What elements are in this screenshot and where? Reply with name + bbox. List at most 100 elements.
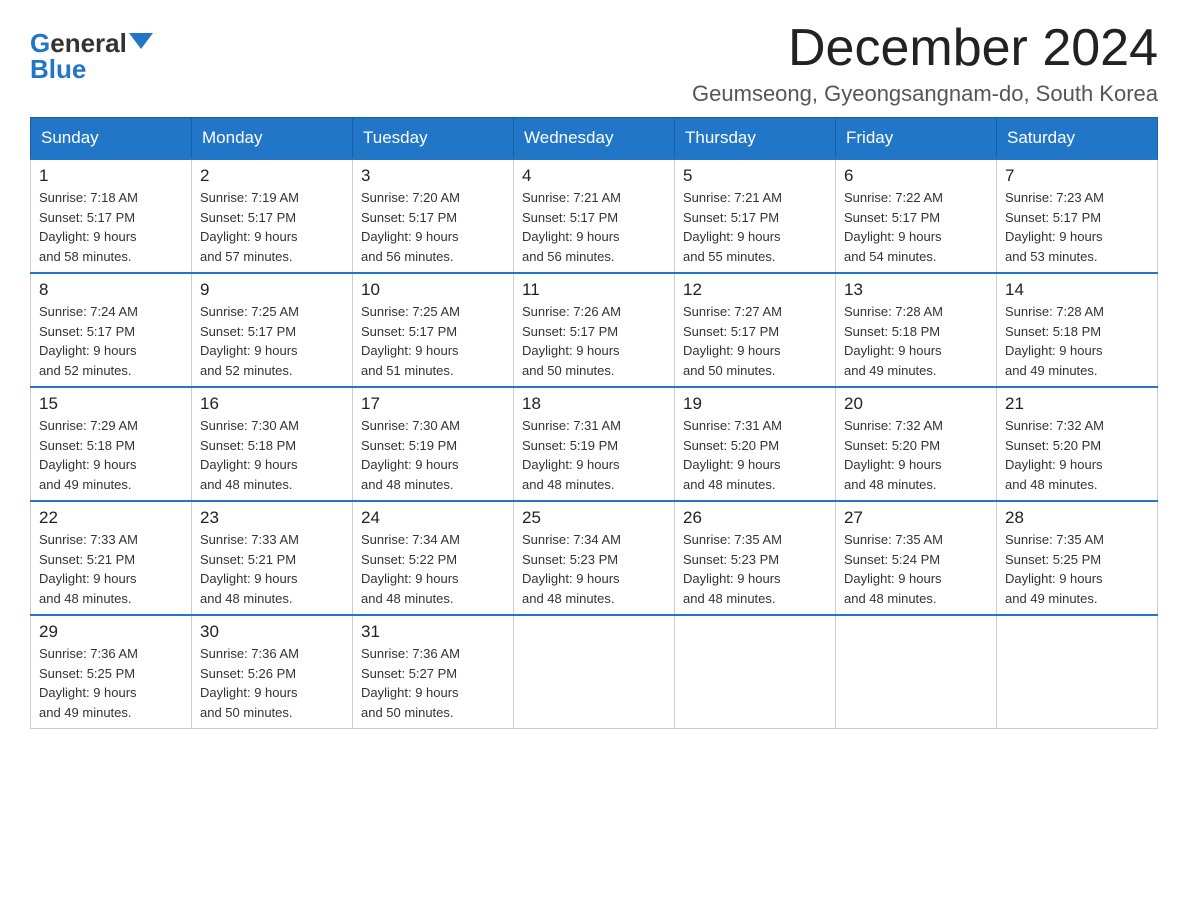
daylight-continued: and 58 minutes.: [39, 249, 132, 264]
sunset-label: Sunset: 5:17 PM: [361, 210, 457, 225]
daylight-continued: and 53 minutes.: [1005, 249, 1098, 264]
header-tuesday: Tuesday: [353, 118, 514, 160]
daylight-label: Daylight: 9 hours: [39, 571, 137, 586]
calendar-cell: [997, 615, 1158, 729]
day-info: Sunrise: 7:24 AM Sunset: 5:17 PM Dayligh…: [39, 302, 183, 380]
day-info: Sunrise: 7:21 AM Sunset: 5:17 PM Dayligh…: [522, 188, 666, 266]
day-number: 23: [200, 508, 344, 528]
daylight-continued: and 48 minutes.: [39, 591, 132, 606]
day-info: Sunrise: 7:31 AM Sunset: 5:20 PM Dayligh…: [683, 416, 827, 494]
sunrise-label: Sunrise: 7:33 AM: [39, 532, 138, 547]
calendar-cell: 12 Sunrise: 7:27 AM Sunset: 5:17 PM Dayl…: [675, 273, 836, 387]
sunset-label: Sunset: 5:17 PM: [683, 324, 779, 339]
sunset-label: Sunset: 5:17 PM: [683, 210, 779, 225]
calendar-cell: 13 Sunrise: 7:28 AM Sunset: 5:18 PM Dayl…: [836, 273, 997, 387]
sunset-label: Sunset: 5:17 PM: [39, 324, 135, 339]
sunset-label: Sunset: 5:22 PM: [361, 552, 457, 567]
day-info: Sunrise: 7:33 AM Sunset: 5:21 PM Dayligh…: [39, 530, 183, 608]
calendar-cell: 25 Sunrise: 7:34 AM Sunset: 5:23 PM Dayl…: [514, 501, 675, 615]
sunset-label: Sunset: 5:17 PM: [200, 210, 296, 225]
daylight-continued: and 55 minutes.: [683, 249, 776, 264]
week-row-1: 1 Sunrise: 7:18 AM Sunset: 5:17 PM Dayli…: [31, 159, 1158, 273]
day-info: Sunrise: 7:36 AM Sunset: 5:26 PM Dayligh…: [200, 644, 344, 722]
sunset-label: Sunset: 5:23 PM: [522, 552, 618, 567]
daylight-label: Daylight: 9 hours: [522, 343, 620, 358]
daylight-label: Daylight: 9 hours: [361, 685, 459, 700]
daylight-label: Daylight: 9 hours: [39, 343, 137, 358]
day-number: 13: [844, 280, 988, 300]
daylight-continued: and 48 minutes.: [200, 591, 293, 606]
day-number: 21: [1005, 394, 1149, 414]
sunrise-label: Sunrise: 7:34 AM: [522, 532, 621, 547]
daylight-continued: and 52 minutes.: [39, 363, 132, 378]
sunrise-label: Sunrise: 7:21 AM: [683, 190, 782, 205]
calendar-cell: 26 Sunrise: 7:35 AM Sunset: 5:23 PM Dayl…: [675, 501, 836, 615]
daylight-continued: and 48 minutes.: [200, 477, 293, 492]
header-wednesday: Wednesday: [514, 118, 675, 160]
sunrise-label: Sunrise: 7:33 AM: [200, 532, 299, 547]
day-number: 22: [39, 508, 183, 528]
daylight-label: Daylight: 9 hours: [683, 343, 781, 358]
logo-blue: Blue: [30, 56, 86, 82]
title-block: December 2024 Geumseong, Gyeongsangnam-d…: [692, 20, 1158, 107]
daylight-continued: and 54 minutes.: [844, 249, 937, 264]
sunrise-label: Sunrise: 7:32 AM: [844, 418, 943, 433]
daylight-label: Daylight: 9 hours: [1005, 571, 1103, 586]
sunset-label: Sunset: 5:17 PM: [39, 210, 135, 225]
sunset-label: Sunset: 5:20 PM: [1005, 438, 1101, 453]
daylight-label: Daylight: 9 hours: [39, 229, 137, 244]
calendar-cell: 31 Sunrise: 7:36 AM Sunset: 5:27 PM Dayl…: [353, 615, 514, 729]
daylight-continued: and 57 minutes.: [200, 249, 293, 264]
sunset-label: Sunset: 5:21 PM: [39, 552, 135, 567]
day-info: Sunrise: 7:33 AM Sunset: 5:21 PM Dayligh…: [200, 530, 344, 608]
calendar-cell: 6 Sunrise: 7:22 AM Sunset: 5:17 PM Dayli…: [836, 159, 997, 273]
calendar-cell: 27 Sunrise: 7:35 AM Sunset: 5:24 PM Dayl…: [836, 501, 997, 615]
day-number: 31: [361, 622, 505, 642]
sunrise-label: Sunrise: 7:25 AM: [200, 304, 299, 319]
logo-general: General: [30, 30, 153, 56]
calendar-cell: 10 Sunrise: 7:25 AM Sunset: 5:17 PM Dayl…: [353, 273, 514, 387]
day-number: 4: [522, 166, 666, 186]
day-number: 1: [39, 166, 183, 186]
day-info: Sunrise: 7:34 AM Sunset: 5:22 PM Dayligh…: [361, 530, 505, 608]
day-info: Sunrise: 7:22 AM Sunset: 5:17 PM Dayligh…: [844, 188, 988, 266]
sunset-label: Sunset: 5:17 PM: [844, 210, 940, 225]
day-info: Sunrise: 7:36 AM Sunset: 5:25 PM Dayligh…: [39, 644, 183, 722]
sunrise-label: Sunrise: 7:30 AM: [361, 418, 460, 433]
daylight-continued: and 52 minutes.: [200, 363, 293, 378]
calendar-title: December 2024: [692, 20, 1158, 77]
calendar-cell: 11 Sunrise: 7:26 AM Sunset: 5:17 PM Dayl…: [514, 273, 675, 387]
daylight-label: Daylight: 9 hours: [844, 229, 942, 244]
day-info: Sunrise: 7:26 AM Sunset: 5:17 PM Dayligh…: [522, 302, 666, 380]
sunrise-label: Sunrise: 7:31 AM: [683, 418, 782, 433]
daylight-label: Daylight: 9 hours: [39, 685, 137, 700]
logo-triangle-icon: [129, 33, 153, 49]
sunrise-label: Sunrise: 7:35 AM: [1005, 532, 1104, 547]
sunrise-label: Sunrise: 7:34 AM: [361, 532, 460, 547]
day-info: Sunrise: 7:19 AM Sunset: 5:17 PM Dayligh…: [200, 188, 344, 266]
sunset-label: Sunset: 5:17 PM: [522, 324, 618, 339]
day-info: Sunrise: 7:30 AM Sunset: 5:18 PM Dayligh…: [200, 416, 344, 494]
calendar-cell: 16 Sunrise: 7:30 AM Sunset: 5:18 PM Dayl…: [192, 387, 353, 501]
day-number: 5: [683, 166, 827, 186]
calendar-cell: 8 Sunrise: 7:24 AM Sunset: 5:17 PM Dayli…: [31, 273, 192, 387]
sunrise-label: Sunrise: 7:27 AM: [683, 304, 782, 319]
sunrise-label: Sunrise: 7:28 AM: [1005, 304, 1104, 319]
sunrise-label: Sunrise: 7:24 AM: [39, 304, 138, 319]
sunrise-label: Sunrise: 7:31 AM: [522, 418, 621, 433]
day-info: Sunrise: 7:36 AM Sunset: 5:27 PM Dayligh…: [361, 644, 505, 722]
day-info: Sunrise: 7:32 AM Sunset: 5:20 PM Dayligh…: [1005, 416, 1149, 494]
daylight-label: Daylight: 9 hours: [683, 571, 781, 586]
day-info: Sunrise: 7:27 AM Sunset: 5:17 PM Dayligh…: [683, 302, 827, 380]
day-number: 9: [200, 280, 344, 300]
sunset-label: Sunset: 5:20 PM: [683, 438, 779, 453]
daylight-continued: and 56 minutes.: [361, 249, 454, 264]
daylight-label: Daylight: 9 hours: [200, 343, 298, 358]
daylight-label: Daylight: 9 hours: [200, 229, 298, 244]
daylight-continued: and 49 minutes.: [39, 705, 132, 720]
calendar-cell: 23 Sunrise: 7:33 AM Sunset: 5:21 PM Dayl…: [192, 501, 353, 615]
calendar-cell: 4 Sunrise: 7:21 AM Sunset: 5:17 PM Dayli…: [514, 159, 675, 273]
calendar-cell: 28 Sunrise: 7:35 AM Sunset: 5:25 PM Dayl…: [997, 501, 1158, 615]
daylight-continued: and 48 minutes.: [361, 591, 454, 606]
sunset-label: Sunset: 5:26 PM: [200, 666, 296, 681]
